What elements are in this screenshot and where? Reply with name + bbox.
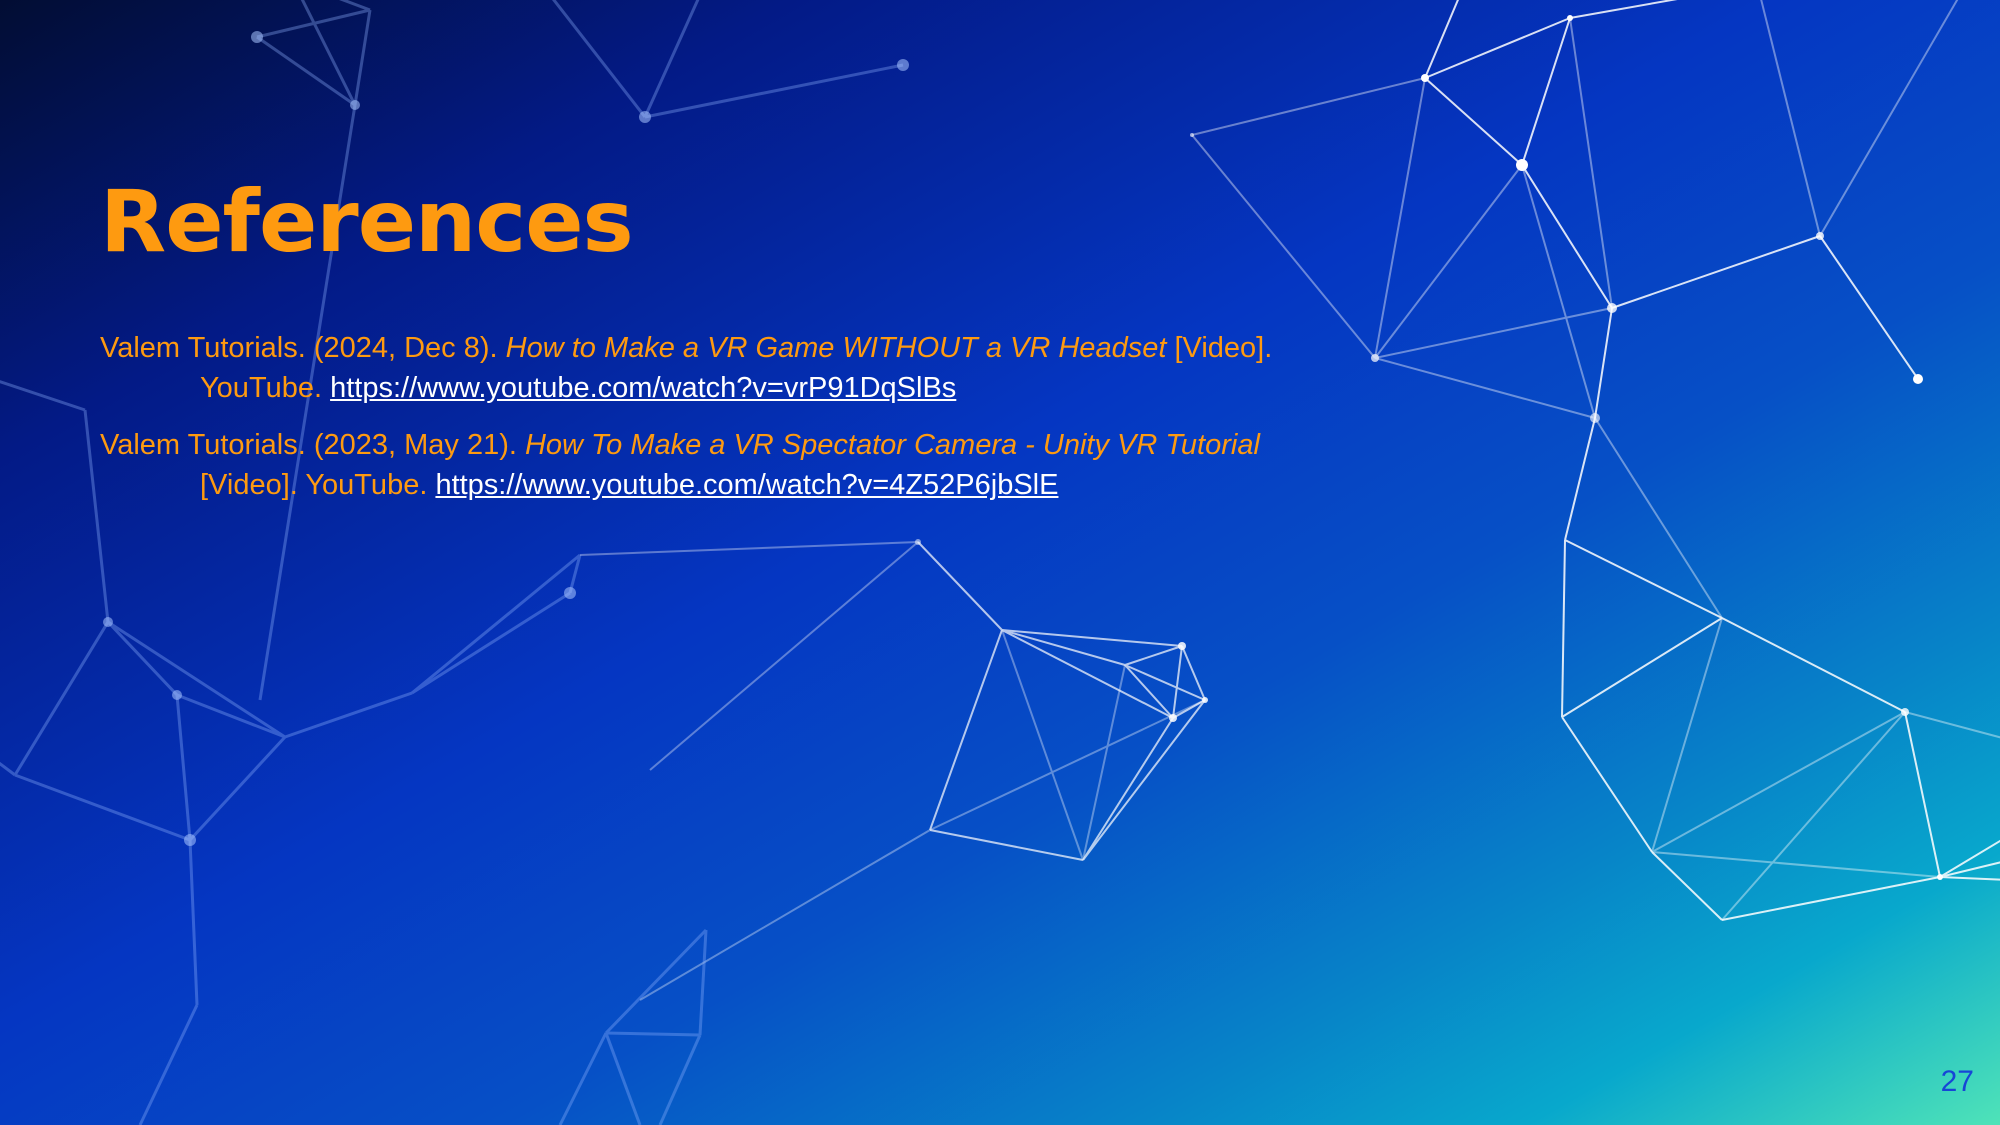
reference-entry: Valem Tutorials. (2024, Dec 8). How to M…: [100, 328, 1400, 408]
reference-date: (2024, Dec 8).: [305, 332, 506, 364]
reference-type: [Video].: [1166, 332, 1273, 364]
slide: References Valem Tutorials. (2024, Dec 8…: [0, 0, 2000, 1125]
network-left-cluster: [0, 0, 904, 1125]
references-list: Valem Tutorials. (2024, Dec 8). How to M…: [100, 328, 1400, 522]
reference-publisher: YouTube.: [297, 469, 436, 501]
reference-type: [Video].: [200, 469, 298, 501]
reference-authors: Valem Tutorials.: [100, 429, 306, 461]
reference-title: How To Make a VR Spectator Camera - Unit…: [524, 429, 1260, 461]
reference-authors: Valem Tutorials.: [100, 332, 306, 364]
network-center-cluster: [579, 539, 1208, 1001]
reference-entry: Valem Tutorials. (2023, May 21). How To …: [100, 425, 1400, 505]
reference-title: How to Make a VR Game WITHOUT a VR Heads…: [505, 332, 1167, 364]
reference-date: (2023, May 21).: [305, 429, 525, 461]
network-background-graphic: [0, 0, 2000, 1125]
reference-url-link[interactable]: https://www.youtube.com/watch?v=vrP91DqS…: [330, 372, 956, 404]
page-number: 27: [1940, 1065, 1974, 1098]
reference-publisher: YouTube.: [200, 372, 331, 404]
reference-url-link[interactable]: https://www.youtube.com/watch?v=4Z52P6jb…: [435, 469, 1058, 501]
slide-title: References: [100, 172, 634, 272]
